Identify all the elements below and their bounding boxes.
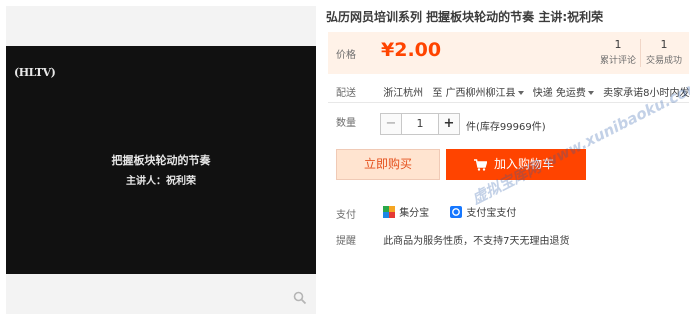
notice-label: 提醒: [336, 236, 356, 247]
product-title: 弘历网员培训系列 把握板块轮动的节奏 主讲:祝利荣: [326, 10, 604, 24]
quantity-stepper: − 1 +: [380, 113, 460, 135]
quantity-input[interactable]: 1: [401, 114, 439, 134]
payment-option-alipay: 支付宝支付: [450, 204, 516, 219]
quantity-row: 数量: [336, 113, 380, 135]
payment-option-jifenbao: 集分宝: [383, 204, 429, 219]
payment-option-alipay-label: 支付宝支付: [466, 208, 517, 219]
price-panel: 价格 ¥2.00 1 累计评论 1 交易成功: [328, 32, 689, 74]
shipping-label: 配送: [336, 88, 356, 99]
decrease-button[interactable]: −: [381, 114, 401, 134]
notice-row: 提醒 此商品为服务性质，不支持7天无理由退货: [336, 232, 570, 247]
stock-text: 件(库存99969件): [466, 122, 546, 133]
payment-option-jifenbao-label: 集分宝: [399, 208, 430, 219]
chevron-down-icon: [517, 91, 524, 95]
sold-count-label: 交易成功: [645, 56, 682, 66]
ship-method-select[interactable]: 快递 免运费: [533, 88, 600, 99]
buy-now-button[interactable]: 立即购买: [336, 149, 440, 180]
cart-icon: [474, 159, 487, 171]
payment-label: 支付: [336, 209, 356, 221]
sold-count: 1 交易成功: [641, 38, 687, 66]
product-video[interactable]: (HLTV) 把握板块轮动的节奏 主讲人：祝利荣: [6, 46, 316, 274]
ship-method-value: 快递 免运费: [532, 88, 586, 99]
ship-to-word: 至: [432, 88, 443, 99]
ship-from: 浙江杭州: [383, 88, 424, 99]
video-logo: (HLTV): [14, 66, 56, 79]
review-count[interactable]: 1 累计评论: [598, 38, 638, 66]
video-subtitle: 主讲人：祝利荣: [126, 176, 196, 187]
product-gallery: (HLTV) 把握板块轮动的节奏 主讲人：祝利荣: [6, 6, 316, 314]
review-count-label: 累计评论: [599, 56, 636, 66]
chevron-down-icon: [587, 91, 594, 95]
price-label: 价格: [336, 50, 356, 61]
increase-button[interactable]: +: [439, 114, 459, 134]
jifenbao-icon: [383, 205, 396, 218]
price-value: ¥2.00: [381, 39, 442, 61]
section-divider: [328, 102, 689, 103]
ship-to-select[interactable]: 广西柳州柳江县: [446, 88, 530, 99]
review-count-value: 1: [614, 38, 622, 51]
quantity-label: 数量: [336, 118, 356, 129]
shipping-row: 配送 浙江杭州 至 广西柳州柳江县 快递 免运费 卖家承诺8小时内发货: [336, 84, 690, 99]
ship-to-value: 广西柳州柳江县: [445, 88, 516, 99]
notice-text: 此商品为服务性质，不支持7天无理由退货: [383, 236, 570, 247]
alipay-icon: [450, 205, 463, 218]
zoom-icon[interactable]: [293, 291, 307, 305]
video-title: 把握板块轮动的节奏: [111, 154, 211, 167]
payment-row: 支付 集分宝 支付宝支付: [336, 204, 534, 221]
sold-count-value: 1: [660, 38, 668, 51]
